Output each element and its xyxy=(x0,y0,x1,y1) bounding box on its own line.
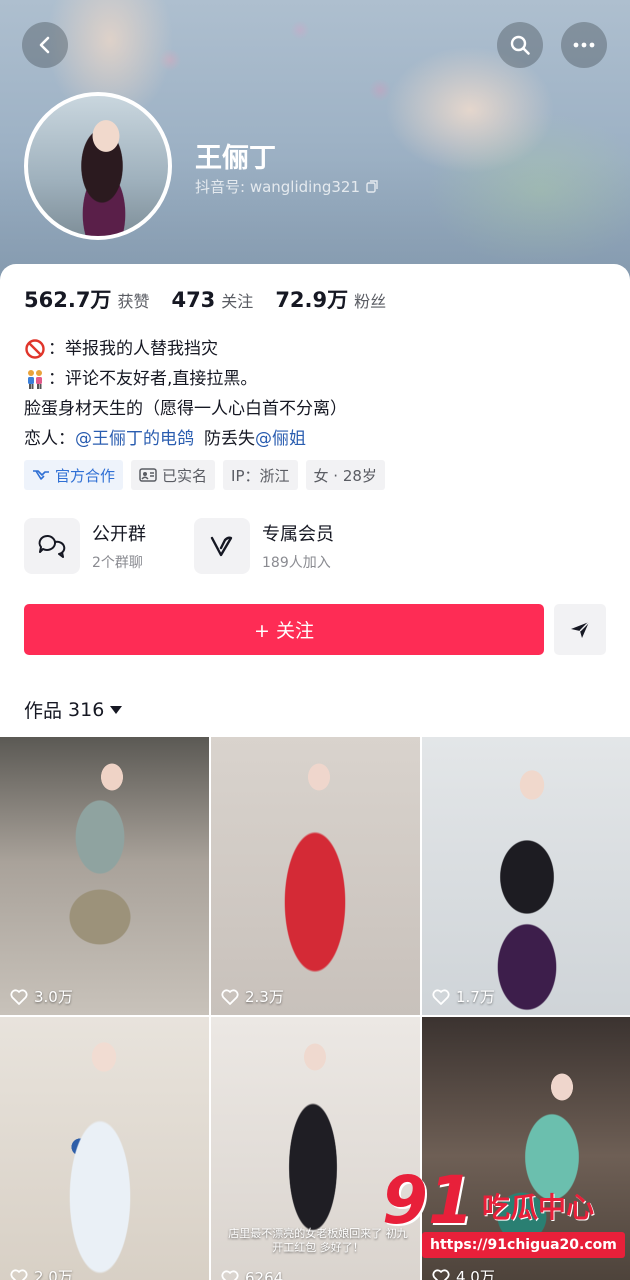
stat-value: 473 xyxy=(171,288,216,312)
stat-label: 关注 xyxy=(221,292,254,311)
stats-row: 562.7万 获赞 473 关注 72.9万 粉丝 xyxy=(24,284,408,314)
tag-official-partner[interactable]: 官方合作 xyxy=(24,460,124,490)
heart-icon xyxy=(432,1268,450,1280)
stat-value: 562.7万 xyxy=(24,288,112,312)
feature-title: 专属会员 xyxy=(262,524,334,545)
like-count: 6264 xyxy=(221,1269,283,1280)
bio-text: 防丢失 xyxy=(204,429,255,449)
tag-row: 官方合作 已实名 IP：浙江 女 · 28岁 xyxy=(24,460,385,490)
like-value: 2.0万 xyxy=(34,1268,73,1280)
bio-line: 脸蛋身材天生的（愿得一人心白首不分离） xyxy=(24,394,347,424)
profile-name: 王俪丁 xyxy=(195,143,276,174)
chevron-left-icon xyxy=(39,36,50,54)
vip-icon xyxy=(194,518,250,574)
feature-title: 公开群 xyxy=(92,524,146,545)
more-button[interactable] xyxy=(561,22,607,68)
tag-ip-location[interactable]: IP：浙江 xyxy=(223,460,298,490)
video-thumbnail[interactable]: 1.7万 xyxy=(422,737,630,1015)
video-thumbnail[interactable]: 2.0万 xyxy=(0,1017,209,1280)
stat-value: 72.9万 xyxy=(275,288,349,312)
more-dots-icon xyxy=(573,42,595,48)
profile-handle[interactable]: 抖音号: wangliding321 xyxy=(195,176,379,197)
bio-text: 恋人： xyxy=(24,429,75,449)
handshake-icon xyxy=(33,470,49,480)
feature-subtitle: 189人加入 xyxy=(262,555,331,571)
bio-text: 脸蛋身材天生的（愿得一人心白首不分离） xyxy=(24,399,347,419)
watermark-url: https://91chigua20.com xyxy=(422,1232,625,1258)
profile-content: 562.7万 获赞 473 关注 72.9万 粉丝 ：举报我的人替我挡灾 ：评论… xyxy=(0,264,630,1280)
stat-following[interactable]: 473 关注 xyxy=(171,288,253,312)
site-watermark: 91 吃瓜中心 https://91chigua20.com xyxy=(382,1162,625,1266)
like-count: 4.0万 xyxy=(432,1266,495,1280)
watermark-text: 吃瓜中心 xyxy=(482,1191,595,1224)
mention-link[interactable]: @俪姐 xyxy=(255,424,306,454)
works-label: 作品 xyxy=(24,700,63,722)
like-count: 1.7万 xyxy=(432,986,495,1007)
caret-down-icon xyxy=(110,705,123,714)
couple-icon xyxy=(28,370,42,389)
stat-label: 获赞 xyxy=(117,292,150,311)
stat-followers[interactable]: 72.9万 粉丝 xyxy=(275,284,386,314)
bio-text: ：举报我的人替我挡灾 xyxy=(48,339,218,359)
bio-line: ：评论不友好者,直接拉黑。 xyxy=(24,364,347,394)
tag-verified[interactable]: 已实名 xyxy=(131,460,216,490)
like-count: 2.3万 xyxy=(221,986,284,1007)
heart-icon xyxy=(10,1268,28,1280)
bio-line: ：举报我的人替我挡灾 xyxy=(24,334,347,364)
vip-membership-entry[interactable]: 专属会员 189人加入 xyxy=(194,518,334,574)
avatar[interactable] xyxy=(24,92,172,240)
bio-text: ：评论不友好者,直接拉黑。 xyxy=(48,369,258,389)
heart-icon xyxy=(221,1270,239,1280)
works-count: 316 xyxy=(68,698,105,721)
chat-group-icon xyxy=(24,518,80,574)
mention-link[interactable]: @王俪丁的电鸽 xyxy=(75,424,194,454)
like-value: 6264 xyxy=(245,1269,284,1280)
stat-likes[interactable]: 562.7万 获赞 xyxy=(24,284,149,314)
feature-row: 公开群 2个群聊 专属会员 189人加入 xyxy=(24,518,334,574)
bio: ：举报我的人替我挡灾 ：评论不友好者,直接拉黑。 脸蛋身材天生的（愿得一人心白首… xyxy=(24,334,347,454)
send-icon xyxy=(571,621,590,638)
tag-gender-age[interactable]: 女 · 28岁 xyxy=(305,460,385,490)
search-icon xyxy=(510,35,530,55)
search-button[interactable] xyxy=(497,22,543,68)
feature-subtitle: 2个群聊 xyxy=(92,555,143,571)
like-value: 4.0万 xyxy=(456,1268,495,1280)
stat-label: 粉丝 xyxy=(354,292,387,311)
public-group-entry[interactable]: 公开群 2个群聊 xyxy=(24,518,146,574)
prohibited-icon xyxy=(25,339,45,359)
video-thumbnail[interactable]: 3.0万 xyxy=(0,737,209,1015)
copy-icon[interactable] xyxy=(366,180,379,193)
tag-label: IP：浙江 xyxy=(231,466,290,485)
profile-header-banner: 王俪丁 抖音号: wangliding321 xyxy=(0,0,630,290)
id-card-icon xyxy=(139,468,157,482)
share-button[interactable] xyxy=(554,604,606,655)
follow-button[interactable]: + 关注 xyxy=(24,604,544,655)
like-value: 2.3万 xyxy=(245,988,284,1006)
handle-text: 抖音号: wangliding321 xyxy=(195,178,360,196)
tag-label: 已实名 xyxy=(162,466,208,485)
like-count: 3.0万 xyxy=(10,986,73,1007)
like-value: 3.0万 xyxy=(34,988,73,1006)
tag-label: 女 · 28岁 xyxy=(313,466,377,485)
tag-label: 官方合作 xyxy=(55,466,116,485)
back-button[interactable] xyxy=(22,22,68,68)
bio-line: 恋人： @王俪丁的电鸽 防丢失 @俪姐 xyxy=(24,424,347,454)
like-value: 1.7万 xyxy=(456,988,495,1006)
video-thumbnail[interactable]: 2.3万 xyxy=(211,737,420,1015)
tab-works[interactable]: 作品 316 xyxy=(24,696,123,723)
heart-icon xyxy=(10,988,28,1005)
watermark-number: 91 xyxy=(382,1162,474,1239)
heart-icon xyxy=(432,988,450,1005)
like-count: 2.0万 xyxy=(10,1266,73,1280)
heart-icon xyxy=(221,988,239,1005)
